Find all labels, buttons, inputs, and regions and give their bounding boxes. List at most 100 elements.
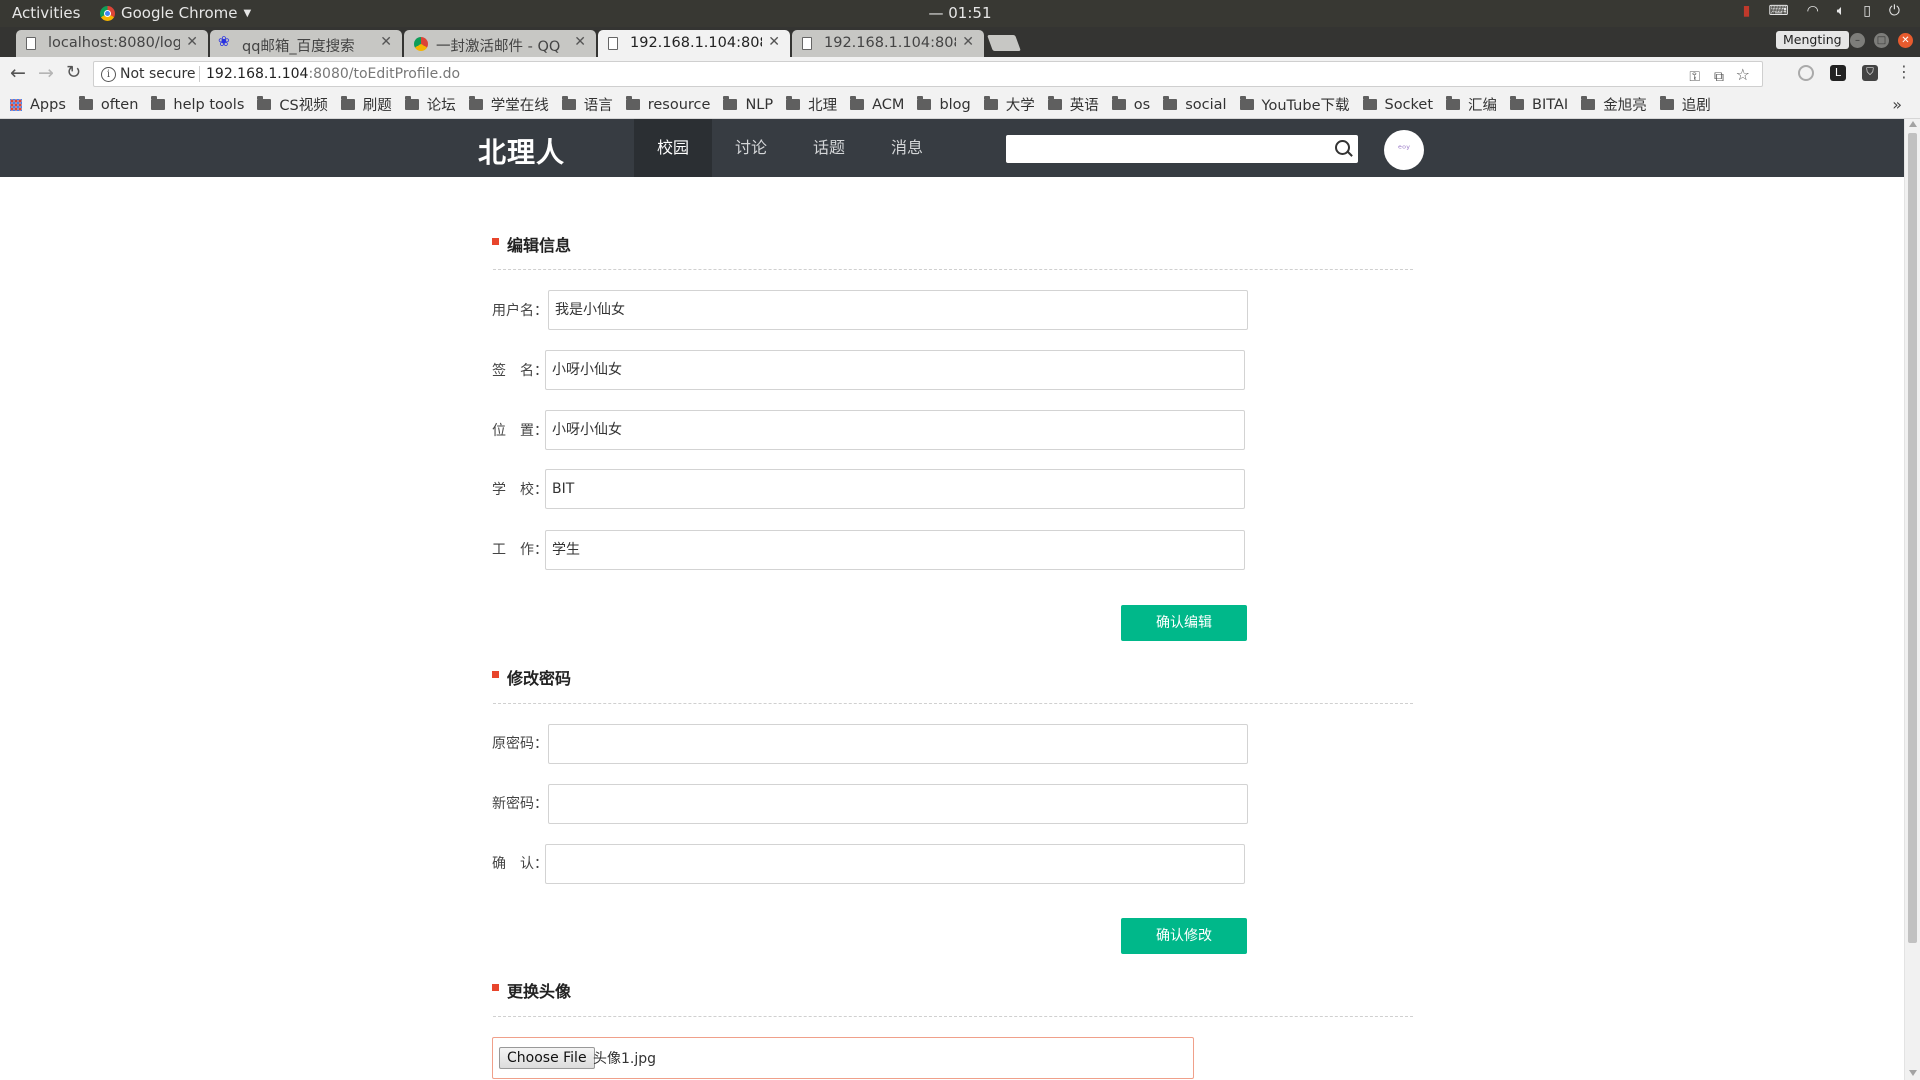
close-icon[interactable]: ✕ [768,34,780,50]
bookmark-folder[interactable]: social [1163,96,1227,113]
bookmark-folder[interactable]: 刷题 [340,94,392,115]
maximize-icon[interactable]: □ [1874,33,1889,48]
avatar-file-input[interactable]: Choose File 头像1.jpg [492,1037,1194,1079]
tab-title: 192.168.1.104:8080 [630,35,762,51]
location-field[interactable]: 小呀小仙女 [545,410,1245,450]
url-path: :8080/toEditProfile.do [308,66,461,82]
confirm-password-change-button[interactable]: 确认修改 [1121,918,1247,954]
section-title-edit-info: 编辑信息 [492,232,571,256]
bookmark-folder[interactable]: 金旭亮 [1581,94,1647,115]
site-search-input[interactable] [1006,135,1358,163]
bookmark-folder[interactable]: resource [625,96,710,113]
bookmark-folder[interactable]: 汇编 [1446,94,1497,115]
chrome-menu-icon[interactable]: ⋮ [1896,62,1912,81]
bookmark-folder[interactable]: 追剧 [1659,94,1711,115]
browser-tab-active[interactable]: 192.168.1.104:8080 ✕ [598,30,790,57]
extension-circle-icon[interactable] [1798,65,1814,81]
power-icon[interactable]: ⏻ [1889,3,1900,19]
extension-shield-icon[interactable]: ⛉ [1862,65,1878,81]
bookmark-star-icon[interactable]: ☆ [1736,63,1750,87]
bookmark-label: YouTube下载 [1261,98,1350,114]
back-arrow-icon[interactable]: ← [10,62,26,84]
scroll-down-icon[interactable] [1909,1070,1917,1076]
browser-tab[interactable]: localhost:8080/log ✕ [16,30,208,57]
bookmark-folder[interactable]: 大学 [983,94,1035,115]
bookmark-apps[interactable]: Apps [10,97,66,113]
bookmark-label: 刷题 [362,98,392,114]
new-password-field[interactable] [548,784,1248,824]
avatar[interactable]: ᵉᵒʸ [1384,130,1424,170]
close-icon[interactable]: ✕ [962,34,974,50]
bookmark-folder[interactable]: 论坛 [404,94,456,115]
close-icon[interactable]: ✕ [380,34,392,50]
page-scrollbar[interactable] [1904,119,1920,1080]
confirm-password-field[interactable] [545,844,1245,884]
bookmark-folder[interactable]: 学堂在线 [468,94,549,115]
battery-icon[interactable]: ▯ [1863,3,1871,19]
url-text[interactable]: 192.168.1.104:8080/toEditProfile.do [206,62,460,86]
page-icon [26,37,36,50]
os-top-panel: Activities Google Chrome ▼ — 01:51 ▮ ⌨ ◠… [0,0,1920,27]
nav-campus[interactable]: 校园 [634,119,712,177]
bookmark-folder[interactable]: NLP [723,96,773,113]
scrollbar-thumb[interactable] [1908,133,1917,943]
reload-icon[interactable]: ↻ [66,62,81,83]
bookmark-label: 语言 [583,98,613,114]
bookmark-folder[interactable]: BITAI [1510,96,1568,113]
volume-icon[interactable]: 🔈︎ [1837,3,1845,19]
close-icon[interactable]: ✕ [186,34,198,50]
folder-icon [1659,96,1674,110]
bookmark-folder[interactable]: blog [917,96,971,113]
bookmark-folder[interactable]: often [78,96,138,113]
keyboard-icon[interactable]: ⌨ [1768,3,1788,19]
clock[interactable]: — 01:51 [0,4,1920,22]
minimize-icon[interactable]: – [1850,33,1865,48]
scroll-up-icon[interactable] [1909,121,1917,127]
forward-arrow-icon[interactable]: → [38,62,54,84]
bookmark-folder[interactable]: help tools [151,96,244,113]
bookmark-folder[interactable]: YouTube下载 [1239,94,1350,115]
page-icon [608,37,618,50]
bookmark-folder[interactable]: CS视频 [257,94,328,115]
browser-tab[interactable]: ❀ qq邮箱_百度搜索 ✕ [210,30,402,57]
wifi-icon[interactable]: ◠ [1807,3,1819,19]
username-field[interactable]: 我是小仙女 [548,290,1248,330]
old-password-field[interactable] [548,724,1248,764]
bookmark-label: ACM [872,96,905,113]
site-logo[interactable]: 北理人 [478,131,565,171]
close-window-icon[interactable]: ✕ [1898,33,1913,48]
system-tray[interactable]: ▮ ⌨ ◠ 🔈︎ ▯ ⏻ [1743,3,1900,19]
new-tab-button[interactable] [987,35,1021,51]
info-icon[interactable]: i [101,67,116,82]
signal-bars-icon[interactable]: ▮ [1743,3,1751,19]
profile-button[interactable]: Mengting [1776,31,1849,49]
bookmark-folder[interactable]: 北理 [786,94,837,115]
confirm-edit-button[interactable]: 确认编辑 [1121,605,1247,641]
folder-icon [1163,96,1178,110]
nav-messages[interactable]: 消息 [868,119,946,177]
job-label: 工 作： [492,542,548,558]
bookmark-folder[interactable]: Socket [1362,96,1433,113]
bookmark-folder[interactable]: 语言 [561,94,613,115]
nav-discussion[interactable]: 讨论 [712,119,790,177]
school-field[interactable]: BIT [545,469,1245,509]
bookmarks-bar: Apps often help tools CS视频 刷题 论坛 学堂在线 语言… [0,91,1920,119]
address-bar[interactable]: i Not secure 192.168.1.104:8080/toEditPr… [93,61,1763,87]
job-field[interactable]: 学生 [545,530,1245,570]
close-icon[interactable]: ✕ [574,34,586,50]
bookmark-folder[interactable]: 英语 [1047,94,1099,115]
folder-icon [78,96,93,110]
security-label[interactable]: Not secure [120,62,196,86]
translate-icon[interactable]: ⧉ [1714,65,1724,89]
bookmarks-overflow-button[interactable]: » [1892,95,1902,114]
search-icon[interactable] [1335,140,1350,155]
key-icon[interactable]: ⚿ [1689,65,1700,89]
bookmark-folder[interactable]: ACM [850,96,905,113]
nav-topics[interactable]: 话题 [790,119,868,177]
extension-l-icon[interactable]: L [1830,65,1846,81]
bookmark-folder[interactable]: os [1111,96,1150,113]
signature-field[interactable]: 小呀小仙女 [545,350,1245,390]
browser-tab[interactable]: 一封激活邮件 - QQ ✕ [404,30,596,57]
browser-tab[interactable]: 192.168.1.104:8080 ✕ [792,30,984,57]
choose-file-button[interactable]: Choose File [499,1047,595,1069]
